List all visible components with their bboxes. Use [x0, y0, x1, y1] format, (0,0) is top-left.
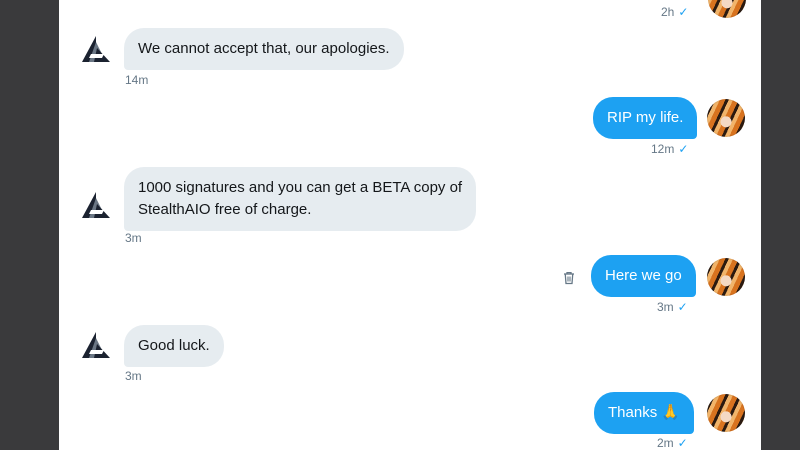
stealthaio-logo-icon[interactable]	[77, 328, 115, 366]
message-text: Thanks 🙏	[608, 404, 681, 421]
conversation-panel: 2h ✓ We cannot accept that, our apologies…	[59, 0, 761, 450]
tiger-avatar-icon[interactable]	[707, 99, 745, 137]
read-check-icon: ✓	[678, 5, 689, 19]
message-text: RIP my life.	[607, 109, 684, 126]
message-time: 2m	[657, 436, 674, 450]
message-bubble[interactable]: Thanks 🙏	[594, 392, 695, 434]
trash-icon[interactable]	[561, 270, 577, 286]
read-check-icon: ✓	[677, 436, 688, 450]
message-bubble[interactable]: Good luck.	[124, 325, 224, 367]
message-text-line: StealthAIO free of charge.	[138, 201, 312, 218]
stealthaio-logo-icon[interactable]	[77, 188, 115, 226]
message-meta: 12m ✓	[651, 142, 688, 156]
stealthaio-logo-icon[interactable]	[77, 32, 115, 70]
message-bubble[interactable]: 1000 signatures and you can get a BETA c…	[124, 167, 477, 231]
message-time: 3m	[657, 300, 674, 314]
message-meta: 2h ✓	[661, 5, 688, 19]
message-text: Good luck.	[138, 337, 210, 354]
read-check-icon: ✓	[677, 300, 688, 314]
message-time: 2h	[661, 5, 675, 19]
message-bubble[interactable]: Here we go	[591, 255, 696, 297]
user-avatar[interactable]	[708, 0, 746, 18]
tiger-avatar-icon[interactable]	[707, 394, 745, 432]
tiger-avatar-icon[interactable]	[707, 258, 745, 296]
message-bubble[interactable]: RIP my life.	[593, 97, 698, 139]
message-meta: 3m ✓	[657, 300, 688, 314]
message-time: 3m	[125, 369, 142, 383]
message-meta: 2m ✓	[657, 436, 688, 450]
message-bubble[interactable]: We cannot accept that, our apologies.	[124, 28, 404, 70]
message-time: 3m	[125, 231, 142, 245]
message-text: Here we go	[605, 267, 682, 284]
read-check-icon: ✓	[678, 142, 689, 156]
message-time: 12m	[651, 142, 675, 156]
message-time: 14m	[125, 73, 149, 87]
message-text-line: 1000 signatures and you can get a BETA c…	[138, 179, 463, 196]
message-text: We cannot accept that, our apologies.	[138, 40, 390, 57]
